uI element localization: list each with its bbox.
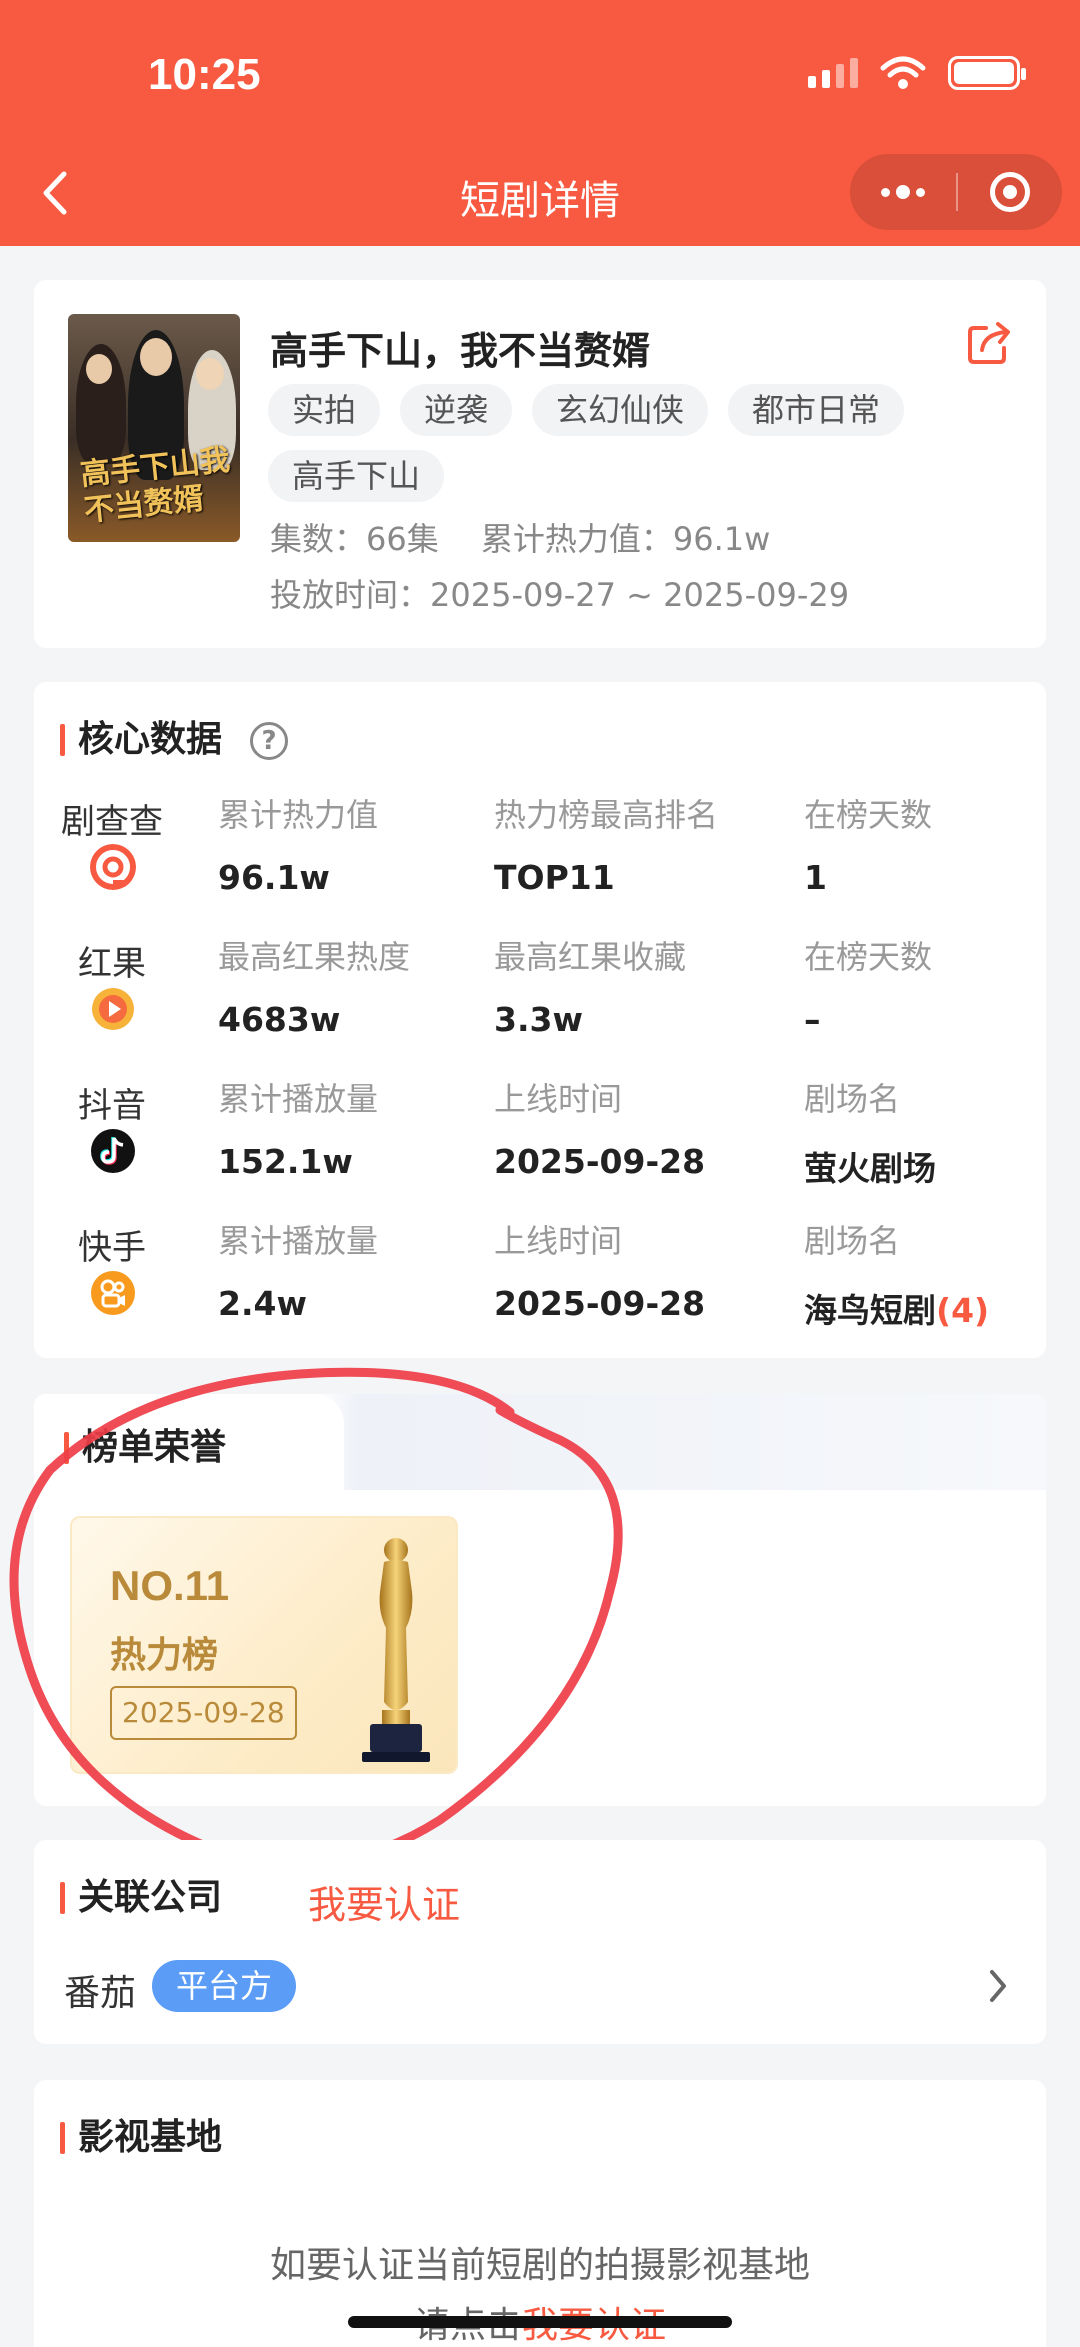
wifi-icon [880, 56, 926, 89]
metric-label: 在榜天数 [804, 938, 933, 976]
metric-label: 上线时间 [494, 1080, 623, 1118]
metric-label: 热力榜最高排名 [494, 796, 719, 834]
genre-tag[interactable]: 都市日常 [728, 384, 905, 436]
metric-value: 4683w [218, 1000, 341, 1039]
metric-value: 152.1w [218, 1142, 353, 1181]
drama-title: 高手下山，我不当赘婿 [270, 329, 651, 373]
help-icon[interactable]: ? [250, 722, 288, 760]
metric-label: 剧场名 [804, 1222, 901, 1260]
episodes-heat-line: 集数：66集 累计热力值：96.1w [270, 520, 771, 558]
more-options-button[interactable] [850, 154, 956, 230]
release-period-line: 投放时间：2025-09-27 ~ 2025-09-29 [270, 576, 850, 614]
metric-value: 2025-09-28 [494, 1142, 706, 1181]
status-icons [808, 56, 1026, 90]
related-company-title: 关联公司 [60, 1878, 222, 1918]
data-row-hongguo: 红果 最高红果热度 最高红果收藏 在榜天数 4683w 3.3w – [34, 922, 1046, 1062]
metric-label: 最高红果热度 [218, 938, 411, 976]
poster-title-art: 高手下山我不当赘婿 [78, 442, 232, 529]
hongguo-icon [92, 988, 134, 1030]
target-icon [990, 172, 1030, 212]
cellular-signal-icon [808, 58, 858, 88]
metric-label: 上线时间 [494, 1222, 623, 1260]
drama-poster[interactable]: 高手下山我不当赘婿 [68, 314, 240, 542]
home-indicator [348, 2316, 732, 2328]
award-date: 2025-09-28 [110, 1686, 297, 1740]
film-base-hint: 如要认证当前短剧的拍摄影视基地 [269, 2245, 810, 2286]
core-data-title: 核心数据 [60, 720, 222, 760]
theater-name[interactable]: 海鸟短剧(4) [804, 1284, 989, 1332]
metric-value: 2.4w [218, 1284, 307, 1323]
theater-count[interactable]: (4) [936, 1291, 989, 1330]
metric-label: 累计播放量 [218, 1080, 379, 1118]
metric-label: 累计播放量 [218, 1222, 379, 1260]
platform-name: 快手 [78, 1228, 146, 1268]
genre-tag[interactable]: 玄幻仙侠 [532, 384, 709, 436]
award-list-name: 热力榜 [110, 1635, 219, 1676]
close-mini-program-button[interactable] [958, 154, 1062, 230]
drama-info-card: 高手下山我不当赘婿 高手下山，我不当赘婿 实拍 逆袭 玄幻仙侠 都市日常 高手下… [34, 280, 1046, 648]
data-row-kuaishou: 快手 累计播放量 上线时间 剧场名 2.4w 2025-09-28 海鸟短剧(4… [34, 1206, 1046, 1346]
douyin-icon [91, 1129, 135, 1173]
metric-label: 累计热力值 [218, 796, 379, 834]
award-rank: NO.11 [110, 1562, 230, 1609]
data-row-douyin: 抖音 累计播放量 上线时间 剧场名 152.1w 2025-09-28 萤火剧场 [34, 1064, 1046, 1204]
metric-value: 96.1w [218, 858, 330, 897]
role-badge: 平台方 [152, 1960, 297, 2012]
juchacha-icon [90, 844, 136, 890]
ranking-honor-card: 榜单荣誉 NO.11 热力榜 2025-09-28 [34, 1394, 1046, 1806]
kuaishou-icon [91, 1271, 135, 1315]
metric-value: TOP11 [494, 858, 615, 897]
metric-label: 剧场名 [804, 1080, 901, 1118]
mini-program-capsule [850, 154, 1062, 230]
film-base-title: 影视基地 [60, 2118, 222, 2158]
share-icon[interactable] [966, 320, 1012, 366]
core-data-card: 核心数据 ? 剧查查 累计热力值 热力榜最高排名 在榜天数 96.1w TOP1… [34, 682, 1046, 1358]
chevron-right-icon[interactable] [986, 1966, 1010, 2006]
genre-tag[interactable]: 逆袭 [400, 384, 513, 436]
trophy-icon [362, 1538, 430, 1762]
verify-company-link[interactable]: 我要认证 [308, 1874, 460, 1929]
film-base-card: 影视基地 如要认证当前短剧的拍摄影视基地 请点击我要认证 [34, 2080, 1046, 2347]
theater-name-text: 海鸟短剧 [804, 1291, 936, 1330]
related-company-card: 关联公司 我要认证 番茄 平台方 [34, 1840, 1046, 2044]
metric-value: – [804, 1000, 821, 1039]
metric-value: 3.3w [494, 1000, 583, 1039]
company-name: 番茄 [64, 1973, 137, 2014]
metric-value: 1 [804, 858, 827, 897]
ranking-honor-title: 榜单荣誉 [64, 1428, 226, 1468]
status-time: 10:25 [148, 50, 261, 99]
genre-tags: 实拍 逆袭 玄幻仙侠 都市日常 高手下山 [268, 384, 988, 502]
data-row-juchacha: 剧查查 累计热力值 热力榜最高排名 在榜天数 96.1w TOP11 1 [34, 780, 1046, 920]
platform-name: 剧查查 [61, 802, 163, 842]
metric-value: 2025-09-28 [494, 1284, 706, 1323]
theater-name[interactable]: 萤火剧场 [804, 1142, 936, 1190]
genre-tag[interactable]: 实拍 [268, 384, 381, 436]
metric-label: 在榜天数 [804, 796, 933, 834]
genre-tag[interactable]: 高手下山 [268, 450, 445, 502]
platform-name: 红果 [78, 944, 146, 984]
header: 10:25 短剧详情 [0, 0, 1080, 246]
award-badge[interactable]: NO.11 热力榜 2025-09-28 [70, 1516, 458, 1774]
battery-icon [948, 56, 1026, 90]
metric-label: 最高红果收藏 [494, 938, 687, 976]
platform-name: 抖音 [78, 1086, 146, 1126]
